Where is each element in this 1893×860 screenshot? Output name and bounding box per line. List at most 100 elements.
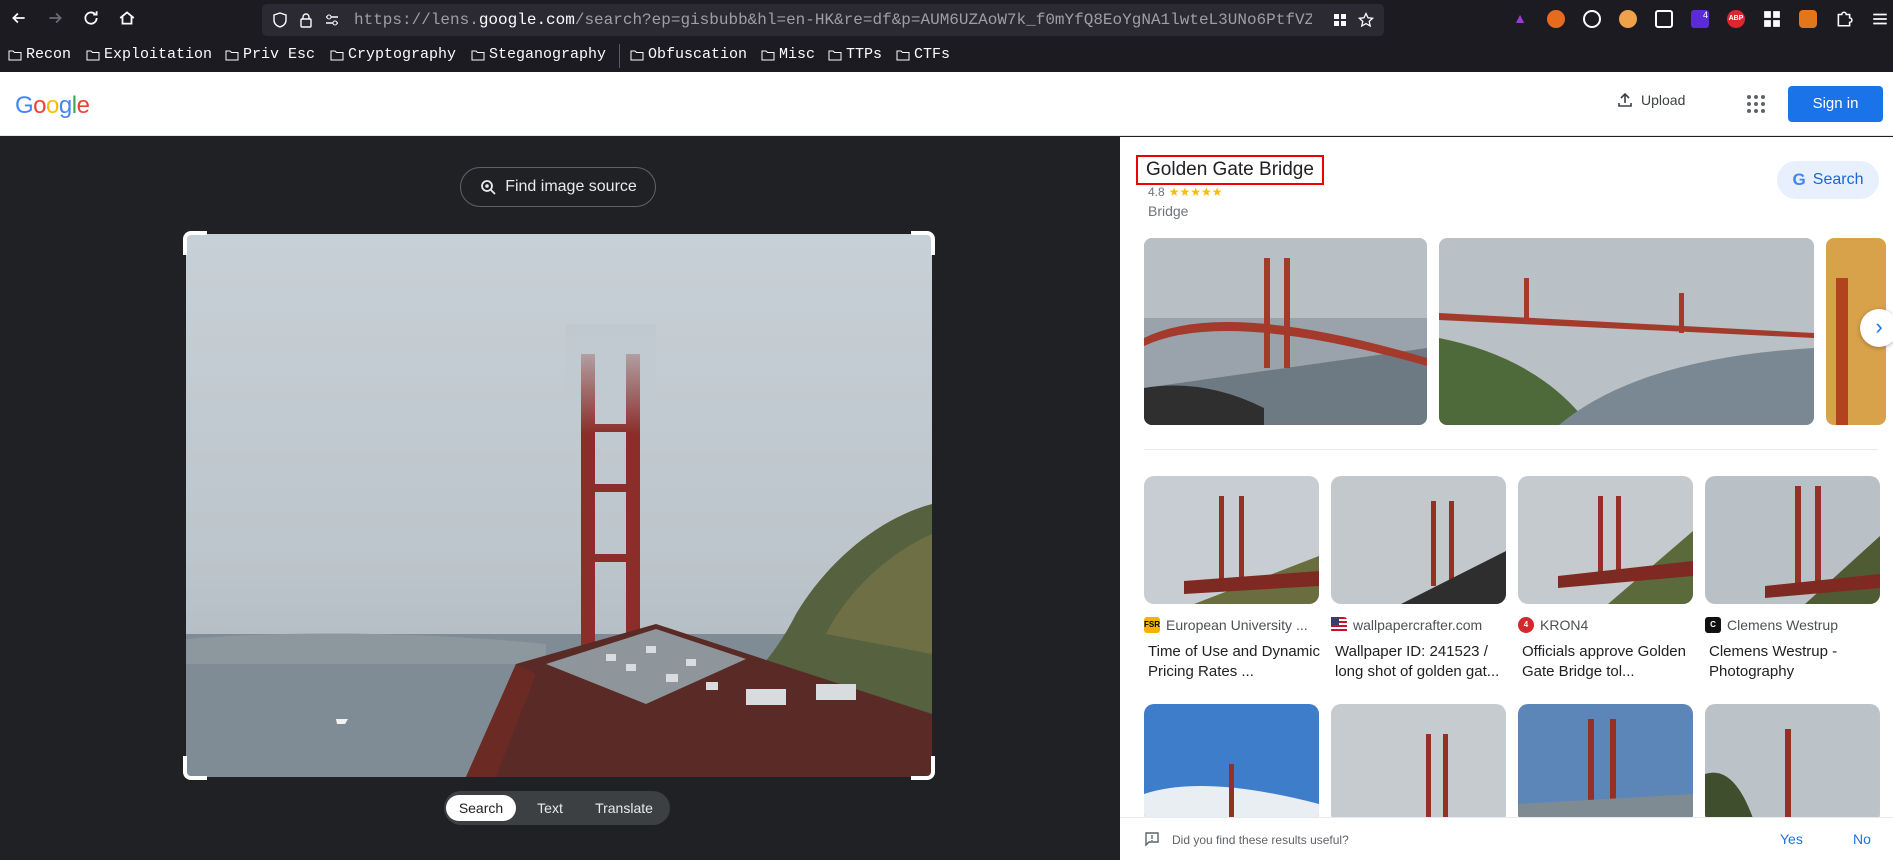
extension-badge-icon[interactable]: 4 bbox=[1691, 10, 1709, 28]
bookmark-priv-esc[interactable]: Priv Esc bbox=[225, 46, 315, 63]
result-source-4[interactable]: C Clemens Westrup bbox=[1705, 617, 1880, 633]
reload-icon[interactable] bbox=[80, 9, 102, 31]
home-icon[interactable] bbox=[116, 9, 138, 31]
folder-icon bbox=[330, 50, 344, 60]
result-image-4[interactable] bbox=[1705, 476, 1880, 604]
crop-handle-bottom-right[interactable] bbox=[911, 756, 935, 780]
favicon-icon: C bbox=[1705, 617, 1721, 633]
folder-icon bbox=[761, 50, 775, 60]
result-image-5[interactable] bbox=[1144, 704, 1319, 824]
bookmark-label: Cryptography bbox=[348, 46, 457, 63]
result-title-3[interactable]: Officials approve Golden Gate Bridge tol… bbox=[1522, 642, 1697, 682]
bookmark-label: Exploitation bbox=[104, 46, 213, 63]
google-g-icon: G bbox=[1792, 170, 1806, 189]
google-logo[interactable]: Google bbox=[15, 92, 90, 120]
tab-search[interactable]: Search bbox=[446, 795, 516, 821]
folder-icon bbox=[8, 50, 22, 60]
us-flag-icon bbox=[1331, 617, 1347, 633]
result-image-3[interactable] bbox=[1518, 476, 1693, 604]
result-title-4[interactable]: Clemens Westrup - Photography bbox=[1709, 642, 1884, 682]
google-header: Google Upload Sign in bbox=[0, 72, 1893, 136]
extension-fox-icon[interactable] bbox=[1547, 10, 1565, 28]
result-image-6[interactable] bbox=[1331, 704, 1506, 824]
bookmark-recon[interactable]: Recon bbox=[8, 46, 71, 63]
find-image-source-button[interactable]: Find image source bbox=[460, 167, 656, 207]
source-name: wallpapercrafter.com bbox=[1353, 617, 1483, 633]
section-divider bbox=[1144, 449, 1878, 450]
result-image-7[interactable] bbox=[1518, 704, 1693, 824]
google-search-label: Search bbox=[1812, 171, 1864, 188]
lock-icon[interactable] bbox=[298, 12, 314, 28]
feedback-question: Did you find these results useful? bbox=[1172, 833, 1349, 847]
tab-text[interactable]: Text bbox=[522, 795, 578, 821]
result-title-1[interactable]: Time of Use and Dynamic Pricing Rates ..… bbox=[1148, 642, 1323, 682]
bookmark-misc[interactable]: Misc bbox=[761, 46, 815, 63]
query-image[interactable] bbox=[186, 234, 932, 777]
result-image-1[interactable] bbox=[1144, 476, 1319, 604]
bookmark-label: Steganography bbox=[489, 46, 607, 63]
extensions-grid-icon[interactable] bbox=[1763, 10, 1781, 28]
permissions-icon[interactable] bbox=[324, 12, 340, 28]
crop-handle-top-left[interactable] bbox=[183, 231, 207, 255]
result-title-2[interactable]: Wallpaper ID: 241523 / long shot of gold… bbox=[1335, 642, 1510, 682]
qr-icon[interactable] bbox=[1332, 12, 1348, 28]
bookmark-exploitation[interactable]: Exploitation bbox=[86, 46, 212, 63]
lens-mode-tabs: Search Text Translate bbox=[444, 791, 670, 825]
metamask-icon[interactable] bbox=[1799, 10, 1817, 28]
bookmark-label: TTPs bbox=[846, 46, 883, 63]
result-source-3[interactable]: 4 KRON4 bbox=[1518, 617, 1693, 633]
bookmark-label: Obfuscation bbox=[648, 46, 748, 63]
upload-button[interactable]: Upload bbox=[1617, 92, 1685, 108]
folder-icon bbox=[471, 50, 485, 60]
bookmark-ctfs[interactable]: CTFs bbox=[896, 46, 950, 63]
folder-icon bbox=[86, 50, 100, 60]
bookmark-ttps[interactable]: TTPs bbox=[828, 46, 882, 63]
url-text[interactable]: https://lens.google.com/search?ep=gisbub… bbox=[354, 11, 1312, 29]
rating-stars-icon: ★★★★★ bbox=[1168, 185, 1223, 199]
crop-handle-top-right[interactable] bbox=[911, 231, 935, 255]
shield-icon[interactable] bbox=[272, 12, 288, 28]
feedback-no-button[interactable]: No bbox=[1853, 831, 1871, 847]
crop-handle-bottom-left[interactable] bbox=[183, 756, 207, 780]
bookmark-cryptography[interactable]: Cryptography bbox=[330, 46, 456, 63]
bookmark-star-icon[interactable] bbox=[1358, 12, 1374, 28]
upload-icon bbox=[1618, 92, 1632, 107]
extension-face-icon[interactable] bbox=[1619, 10, 1637, 28]
rating-value: 4.8 bbox=[1148, 185, 1165, 199]
knowledge-panel-subtitle: Bridge bbox=[1148, 203, 1189, 219]
bookmark-label: Priv Esc bbox=[243, 46, 316, 63]
adblock-icon[interactable]: ABP bbox=[1727, 10, 1745, 28]
feedback-icon bbox=[1145, 832, 1159, 847]
lens-search-icon bbox=[481, 180, 496, 195]
url-bar[interactable]: https://lens.google.com/search?ep=gisbub… bbox=[262, 4, 1384, 36]
extension-clipboard-icon[interactable] bbox=[1655, 10, 1673, 28]
knowledge-panel-title[interactable]: Golden Gate Bridge bbox=[1136, 155, 1324, 185]
kp-image-2[interactable] bbox=[1439, 238, 1814, 425]
carousel-next-icon[interactable]: › bbox=[1860, 309, 1893, 347]
bookmark-label: Misc bbox=[779, 46, 816, 63]
feedback-yes-button[interactable]: Yes bbox=[1780, 831, 1803, 847]
google-search-button[interactable]: G Search bbox=[1777, 161, 1879, 199]
menu-icon[interactable] bbox=[1871, 10, 1889, 28]
result-image-2[interactable] bbox=[1331, 476, 1506, 604]
bookmark-obfuscation[interactable]: Obfuscation bbox=[630, 46, 747, 63]
result-source-1[interactable]: FSR European University ... bbox=[1144, 617, 1319, 633]
tab-translate[interactable]: Translate bbox=[582, 795, 666, 821]
puzzle-extensions-icon[interactable] bbox=[1835, 10, 1853, 28]
bookmark-label: Recon bbox=[26, 46, 72, 63]
sign-in-button[interactable]: Sign in bbox=[1788, 86, 1883, 122]
bookmark-steganography[interactable]: Steganography bbox=[471, 46, 606, 63]
back-icon[interactable] bbox=[8, 9, 30, 31]
folder-icon bbox=[225, 50, 239, 60]
kp-image-1[interactable] bbox=[1144, 238, 1427, 425]
forward-icon[interactable] bbox=[44, 9, 66, 31]
result-image-8[interactable] bbox=[1705, 704, 1880, 824]
folder-icon bbox=[828, 50, 842, 60]
extension-cookie-icon[interactable] bbox=[1583, 10, 1601, 28]
bookmarks-bar: Recon Exploitation Priv Esc Cryptography… bbox=[0, 42, 1893, 70]
bookmark-separator bbox=[619, 44, 620, 68]
apps-grid-icon[interactable] bbox=[1746, 94, 1766, 114]
extension-icon[interactable]: ▲ bbox=[1511, 10, 1529, 28]
extension-badge-count: 4 bbox=[1702, 10, 1708, 20]
result-source-2[interactable]: wallpapercrafter.com bbox=[1331, 617, 1506, 633]
